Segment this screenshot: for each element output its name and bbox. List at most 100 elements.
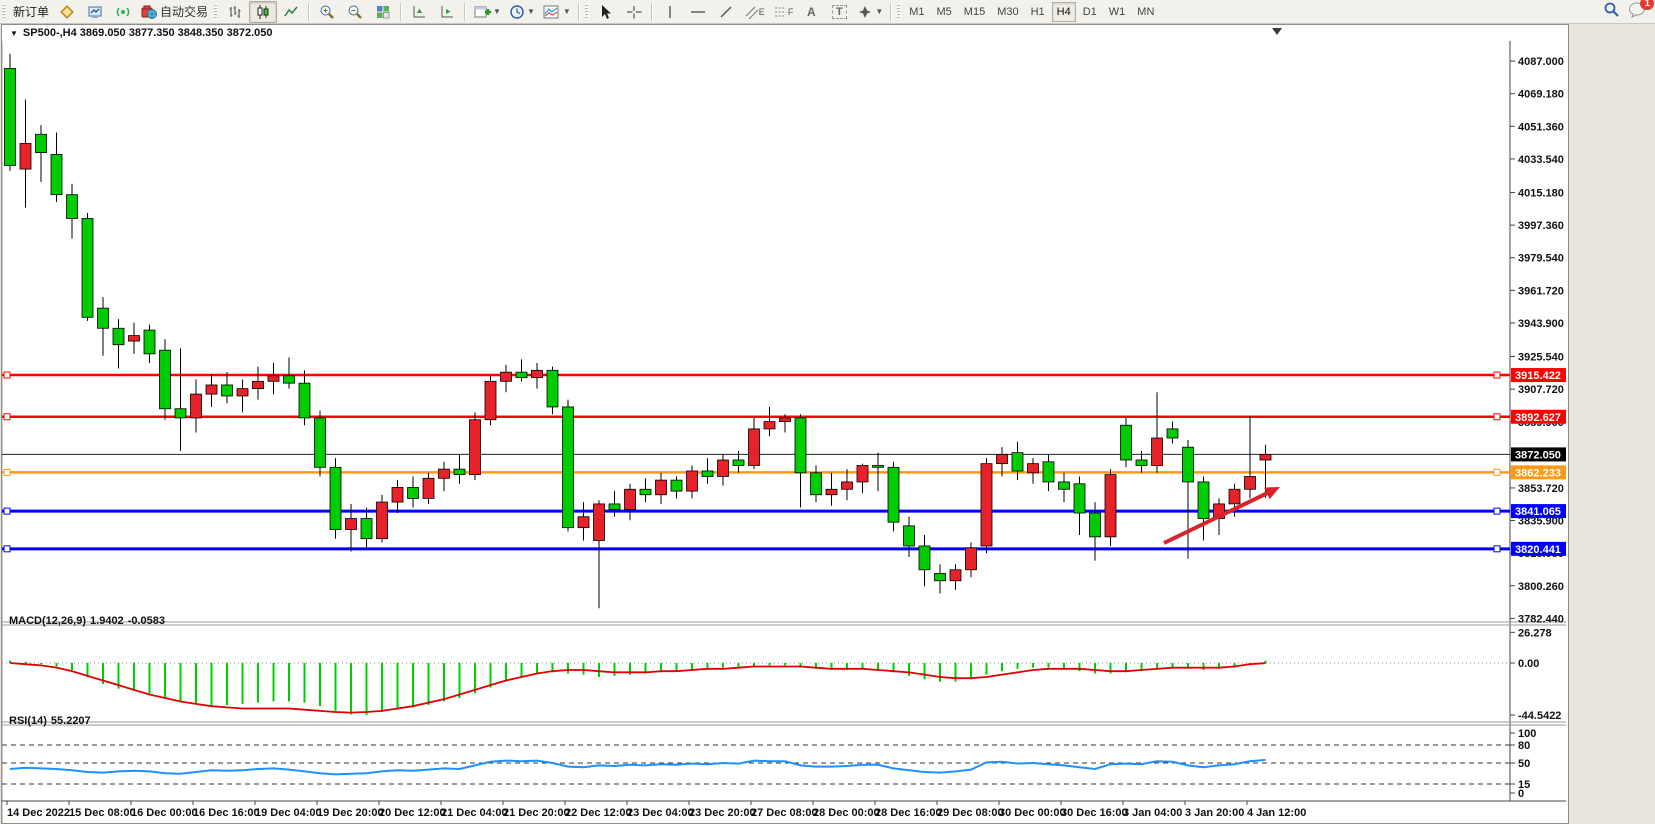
- svg-text:3820.441: 3820.441: [1515, 544, 1561, 556]
- line-chart-button[interactable]: [277, 1, 305, 23]
- zoom-in-button[interactable]: [313, 1, 341, 23]
- svg-text:4051.360: 4051.360: [1518, 121, 1564, 133]
- svg-text:21 Dec 20:00: 21 Dec 20:00: [503, 807, 570, 819]
- trendline-tool[interactable]: [712, 1, 740, 23]
- svg-text:21 Dec 04:00: 21 Dec 04:00: [441, 807, 508, 819]
- toolbar-grip[interactable]: [2, 4, 7, 20]
- svg-text:3800.260: 3800.260: [1518, 581, 1564, 593]
- svg-text:23 Dec 20:00: 23 Dec 20:00: [689, 807, 756, 819]
- horizontal-line[interactable]: [2, 372, 1510, 378]
- chart-canvas[interactable]: 4087.0004069.1804051.3604033.5404015.180…: [2, 41, 1566, 821]
- horizontal-line[interactable]: [2, 414, 1510, 420]
- template-button[interactable]: ▼: [539, 1, 575, 23]
- channel-tool[interactable]: E: [740, 1, 769, 23]
- arrow-annotation[interactable]: [1164, 487, 1280, 543]
- svg-text:100: 100: [1518, 728, 1536, 740]
- timeframe-d1-button[interactable]: D1: [1078, 2, 1102, 22]
- svg-text:19 Dec 04:00: 19 Dec 04:00: [255, 807, 322, 819]
- channel-tag: E: [759, 7, 765, 17]
- text-label-tool[interactable]: T: [825, 1, 853, 23]
- tile-windows-button[interactable]: [369, 1, 397, 23]
- chart-window: ▼ SP500-,H4 3869.050 3877.350 3848.350 3…: [1, 24, 1569, 824]
- horizontal-line[interactable]: [2, 508, 1510, 514]
- chart-title-strip: ▼ SP500-,H4 3869.050 3877.350 3848.350 3…: [2, 25, 1568, 41]
- svg-text:3961.720: 3961.720: [1518, 285, 1564, 297]
- svg-text:0: 0: [1518, 788, 1524, 800]
- chart-shift-button[interactable]: [433, 1, 461, 23]
- timeframe-w1-button[interactable]: W1: [1104, 2, 1131, 22]
- timeframe-m5-button[interactable]: M5: [932, 2, 957, 22]
- fibonacci-tool[interactable]: F: [769, 1, 798, 23]
- time-axis: 14 Dec 202215 Dec 08:0016 Dec 00:0016 De…: [7, 801, 1306, 819]
- horizontal-line[interactable]: [2, 546, 1510, 552]
- timeframe-m15-button[interactable]: M15: [959, 2, 990, 22]
- svg-text:4069.180: 4069.180: [1518, 89, 1564, 101]
- timeframe-m1-button[interactable]: M1: [904, 2, 929, 22]
- text-tool[interactable]: A: [797, 1, 825, 23]
- price-badge: 3892.627: [1511, 410, 1566, 424]
- horizontal-line-tool[interactable]: [684, 1, 712, 23]
- candlestick-series: [5, 54, 1272, 608]
- svg-text:-44.5422: -44.5422: [1518, 710, 1561, 722]
- svg-text:3943.900: 3943.900: [1518, 318, 1564, 330]
- rsi-pane: 1008050150: [2, 728, 1536, 800]
- auto-scroll-button[interactable]: [405, 1, 433, 23]
- arrows-tool[interactable]: ▼: [853, 1, 887, 23]
- timeframe-h4-button[interactable]: H4: [1052, 2, 1076, 22]
- timeframe-toolbar: M1M5M15M30H1H4D1W1MN: [904, 2, 1159, 22]
- svg-text:28 Dec 00:00: 28 Dec 00:00: [813, 807, 880, 819]
- toolbar-grip[interactable]: [897, 4, 902, 20]
- chart-title: SP500-,H4 3869.050 3877.350 3848.350 387…: [23, 27, 273, 39]
- svg-text:0.00: 0.00: [1518, 658, 1539, 670]
- cursor-tool-button[interactable]: [592, 1, 620, 23]
- search-icon[interactable]: [1603, 1, 1620, 23]
- svg-text:4015.180: 4015.180: [1518, 188, 1564, 200]
- crosshair-tool-button[interactable]: [620, 1, 648, 23]
- svg-text:4087.000: 4087.000: [1518, 56, 1564, 68]
- chevron-down-icon: ▼: [563, 7, 571, 16]
- svg-text:80: 80: [1518, 740, 1530, 752]
- svg-text:15 Dec 08:00: 15 Dec 08:00: [69, 807, 136, 819]
- new-chart-button[interactable]: ▼: [469, 1, 505, 23]
- fibo-tag: F: [788, 7, 794, 17]
- chart-shift-marker-icon[interactable]: [1272, 28, 1282, 35]
- svg-text:3892.627: 3892.627: [1515, 412, 1561, 424]
- svg-text:20 Dec 12:00: 20 Dec 12:00: [379, 807, 446, 819]
- new-order-button[interactable]: 新订单: [9, 1, 53, 23]
- svg-text:16 Dec 00:00: 16 Dec 00:00: [131, 807, 198, 819]
- horizontal-line[interactable]: [2, 469, 1510, 475]
- timeframe-h1-button[interactable]: H1: [1026, 2, 1050, 22]
- price-badge: 3820.441: [1511, 542, 1566, 556]
- market-watch-icon[interactable]: [81, 1, 109, 23]
- price-badge: 3841.065: [1511, 504, 1566, 518]
- notifications-chat-icon[interactable]: 1: [1628, 1, 1647, 23]
- svg-text:27 Dec 08:00: 27 Dec 08:00: [751, 807, 818, 819]
- signal-icon[interactable]: [109, 1, 137, 23]
- svg-text:3841.065: 3841.065: [1515, 506, 1561, 518]
- rsi-indicator-label: RSI(14)55.2207: [9, 715, 95, 727]
- main-toolbar: 新订单 自动交易 ▼ ▼: [0, 0, 1655, 24]
- svg-text:50: 50: [1518, 758, 1530, 770]
- timeframe-mn-button[interactable]: MN: [1132, 2, 1159, 22]
- auto-trading-button[interactable]: 自动交易: [137, 1, 212, 23]
- svg-text:3 Jan 20:00: 3 Jan 20:00: [1185, 807, 1244, 819]
- vertical-line-tool[interactable]: [656, 1, 684, 23]
- svg-text:30 Dec 00:00: 30 Dec 00:00: [999, 807, 1066, 819]
- svg-text:4 Jan 12:00: 4 Jan 12:00: [1247, 807, 1306, 819]
- charts-stack-icon[interactable]: [53, 1, 81, 23]
- toolbar-grip[interactable]: [585, 4, 590, 20]
- macd-indicator-label: MACD(12,26,9)1.9402-0.0583: [9, 615, 169, 627]
- chat-badge: 1: [1640, 0, 1654, 10]
- svg-text:29 Dec 08:00: 29 Dec 08:00: [937, 807, 1004, 819]
- bar-chart-button[interactable]: [221, 1, 249, 23]
- candlestick-chart-button[interactable]: [249, 1, 277, 23]
- toolbar-grip[interactable]: [214, 4, 219, 20]
- zoom-out-button[interactable]: [341, 1, 369, 23]
- period-clock-button[interactable]: ▼: [505, 1, 539, 23]
- svg-text:3 Jan 04:00: 3 Jan 04:00: [1123, 807, 1182, 819]
- svg-text:3907.720: 3907.720: [1518, 384, 1564, 396]
- one-click-trading-toggle-icon[interactable]: ▼: [10, 29, 18, 38]
- svg-text:28 Dec 16:00: 28 Dec 16:00: [875, 807, 942, 819]
- timeframe-m30-button[interactable]: M30: [992, 2, 1023, 22]
- svg-text:3997.360: 3997.360: [1518, 220, 1564, 232]
